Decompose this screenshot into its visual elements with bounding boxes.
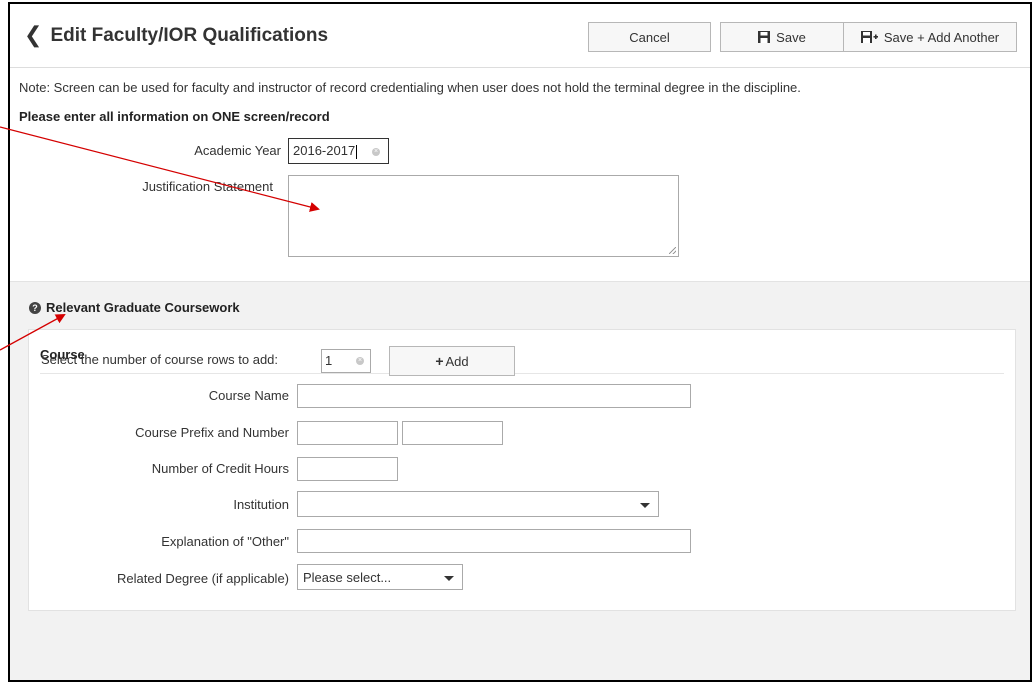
justification-label: Justification Statement bbox=[142, 179, 273, 194]
rows-to-add-label: Select the number of course rows to add: bbox=[41, 352, 279, 367]
page-header: ❮ Edit Faculty/IOR Qualifications Cancel… bbox=[10, 4, 1030, 68]
coursework-section-title: ? Relevant Graduate Coursework bbox=[29, 300, 240, 315]
plus-icon: + bbox=[435, 353, 444, 369]
coursework-title-text: Relevant Graduate Coursework bbox=[46, 300, 240, 315]
clear-icon[interactable]: × bbox=[356, 357, 364, 365]
related-degree-value: Please select... bbox=[303, 570, 392, 585]
text-caret bbox=[356, 144, 358, 159]
other-explanation-label: Explanation of "Other" bbox=[161, 534, 289, 549]
cancel-button[interactable]: Cancel bbox=[588, 22, 711, 52]
academic-year-field[interactable]: 2016-2017 × bbox=[288, 138, 389, 164]
dropdown-arrow-icon bbox=[444, 576, 454, 581]
course-panel: Course Course Name Course Prefix and Num… bbox=[28, 329, 1016, 611]
course-prefix-number-label: Course Prefix and Number bbox=[135, 425, 289, 440]
save-add-label: Save + Add Another bbox=[883, 29, 1000, 45]
dropdown-arrow-icon bbox=[640, 503, 650, 508]
course-name-label: Course Name bbox=[208, 388, 289, 403]
save-button[interactable]: Save bbox=[720, 22, 844, 52]
other-explanation-field[interactable] bbox=[297, 529, 691, 553]
related-degree-select[interactable]: Please select... bbox=[297, 564, 463, 590]
add-label: Add bbox=[445, 353, 469, 369]
save-label: Save bbox=[776, 29, 806, 45]
save-plus-icon bbox=[860, 31, 878, 43]
cancel-label: Cancel bbox=[629, 29, 670, 45]
coursework-section: ? Relevant Graduate Coursework Course Co… bbox=[10, 281, 1030, 680]
related-degree-label: Related Degree (if applicable) bbox=[117, 571, 289, 586]
clear-icon[interactable]: × bbox=[372, 148, 380, 156]
justification-textarea[interactable] bbox=[288, 175, 679, 257]
page-title: Edit Faculty/IOR Qualifications bbox=[50, 25, 329, 46]
chevron-left-icon: ❮ bbox=[24, 22, 43, 47]
institution-label: Institution bbox=[233, 497, 289, 512]
instruction-text: Please enter all information on ONE scre… bbox=[19, 109, 330, 124]
screen-note: Note: Screen can be used for faculty and… bbox=[19, 80, 801, 95]
course-number-field[interactable] bbox=[402, 421, 503, 445]
credit-hours-field[interactable] bbox=[297, 457, 398, 481]
add-rows-button[interactable]: + Add bbox=[389, 346, 515, 376]
save-add-another-button[interactable]: Save + Add Another bbox=[843, 22, 1017, 52]
divider bbox=[40, 373, 1004, 374]
institution-select[interactable] bbox=[297, 491, 659, 517]
academic-year-value: 2016-2017 bbox=[293, 143, 356, 158]
credit-hours-label: Number of Credit Hours bbox=[151, 461, 289, 476]
floppy-disk-icon bbox=[758, 31, 771, 43]
help-icon[interactable]: ? bbox=[29, 301, 41, 314]
course-name-field[interactable] bbox=[297, 384, 691, 408]
rows-to-add-value: 1 bbox=[325, 353, 333, 368]
resize-handle-icon[interactable] bbox=[669, 247, 676, 254]
edit-form-window: ❮ Edit Faculty/IOR Qualifications Cancel… bbox=[8, 2, 1032, 682]
back-button[interactable]: ❮ Edit Faculty/IOR Qualifications bbox=[24, 22, 329, 48]
academic-year-label: Academic Year bbox=[194, 143, 281, 158]
course-prefix-field[interactable] bbox=[297, 421, 398, 445]
rows-to-add-field[interactable]: 1 × bbox=[321, 349, 371, 373]
